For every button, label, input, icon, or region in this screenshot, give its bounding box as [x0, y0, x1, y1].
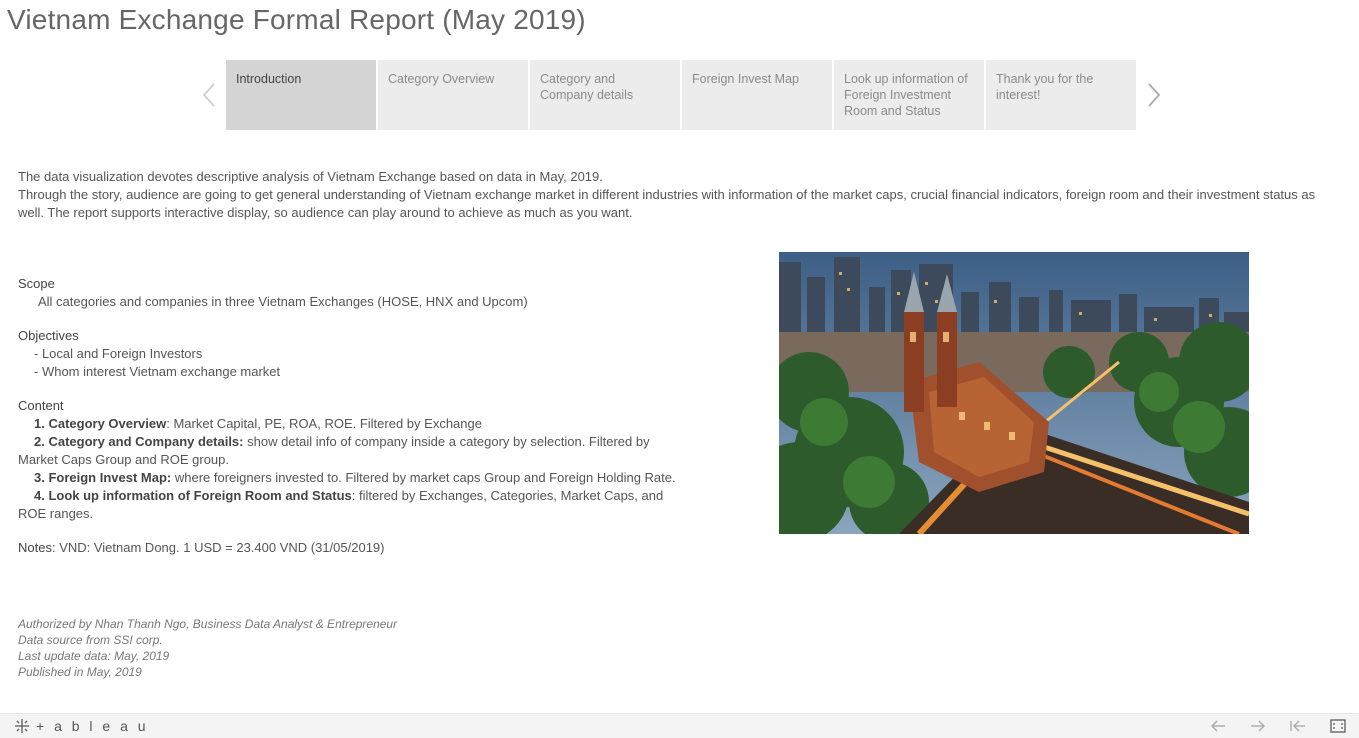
- content-item-title: 2. Category and Company details:: [34, 434, 244, 449]
- revert-button[interactable]: [1289, 717, 1307, 735]
- notes: Notes: VND: Vietnam Dong. 1 USD = 23.400…: [18, 539, 678, 557]
- tab-introduction[interactable]: Introduction: [226, 60, 376, 130]
- scope-heading: Scope: [18, 276, 55, 291]
- redo-button[interactable]: [1249, 717, 1267, 735]
- tableau-logo[interactable]: + a b l e a u: [14, 718, 149, 734]
- content-item-title: 4. Look up information of Foreign Room a…: [34, 488, 352, 503]
- credit-author: Authorized by Nhan Thanh Ngo, Business D…: [18, 617, 398, 631]
- credit-last-update: Last update data: May, 2019: [18, 649, 170, 663]
- saigon-cathedral-photo: [779, 252, 1249, 534]
- story-next-button[interactable]: [1144, 80, 1164, 110]
- content-item-title: 3. Foreign Invest Map:: [34, 470, 172, 485]
- content-item-text: where foreigners invested to. Filtered b…: [171, 470, 676, 485]
- content-item: 3. Foreign Invest Map: where foreigners …: [18, 469, 678, 487]
- objective-item: - Local and Foreign Investors: [34, 346, 203, 361]
- content-item: 1. Category Overview: Market Capital, PE…: [18, 415, 678, 433]
- fullscreen-button[interactable]: [1329, 717, 1347, 735]
- arrow-left-icon: [1211, 720, 1225, 732]
- objectives-heading: Objectives: [18, 328, 79, 343]
- tableau-toolbar: + a b l e a u: [0, 713, 1359, 738]
- tableau-cross-icon: [15, 719, 29, 733]
- content-item: 2. Category and Company details: show de…: [18, 433, 678, 469]
- credit-source: Data source from SSI corp.: [18, 633, 163, 647]
- intro-line-1: The data visualization devotes descripti…: [18, 169, 603, 184]
- tab-category-overview[interactable]: Category Overview: [378, 60, 528, 130]
- tab-foreign-invest-map[interactable]: Foreign Invest Map: [682, 60, 832, 130]
- content-item-title: 1. Category Overview: [34, 416, 167, 431]
- story-prev-button[interactable]: [199, 80, 219, 110]
- chevron-right-icon: [1148, 83, 1161, 107]
- intro-text: The data visualization devotes descripti…: [18, 168, 1338, 222]
- arrow-right-icon: [1251, 720, 1265, 732]
- intro-line-2: Through the story, audience are going to…: [18, 187, 1316, 220]
- notes-label: Notes:: [18, 540, 56, 555]
- credit-published: Published in May, 2019: [18, 665, 142, 679]
- tab-foreign-room-lookup[interactable]: Look up information of Foreign Investmen…: [834, 60, 984, 130]
- content-item: 4. Look up information of Foreign Room a…: [18, 487, 678, 523]
- content-heading: Content: [18, 398, 64, 413]
- fullscreen-icon: [1330, 719, 1346, 733]
- page-title: Vietnam Exchange Formal Report (May 2019…: [7, 4, 586, 35]
- tab-category-company-details[interactable]: Category and Company details: [530, 60, 680, 130]
- credits: Authorized by Nhan Thanh Ngo, Business D…: [18, 616, 397, 680]
- details-panel: Scope All categories and companies in th…: [18, 275, 678, 557]
- content-item-text: : Market Capital, PE, ROA, ROE. Filtered…: [166, 416, 482, 431]
- notes-text: VND: Vietnam Dong. 1 USD = 23.400 VND (3…: [55, 540, 385, 555]
- tableau-logo-text: + a b l e a u: [36, 718, 149, 734]
- chevron-left-icon: [202, 83, 215, 107]
- undo-button[interactable]: [1209, 717, 1227, 735]
- revert-icon: [1290, 720, 1305, 732]
- scope-text: All categories and companies in three Vi…: [38, 294, 528, 309]
- toolbar-buttons: [1209, 717, 1347, 735]
- objective-item: - Whom interest Vietnam exchange market: [34, 364, 281, 379]
- story-tabs: Introduction Category Overview Category …: [226, 60, 1136, 130]
- tab-thank-you[interactable]: Thank you for the interest!: [986, 60, 1136, 130]
